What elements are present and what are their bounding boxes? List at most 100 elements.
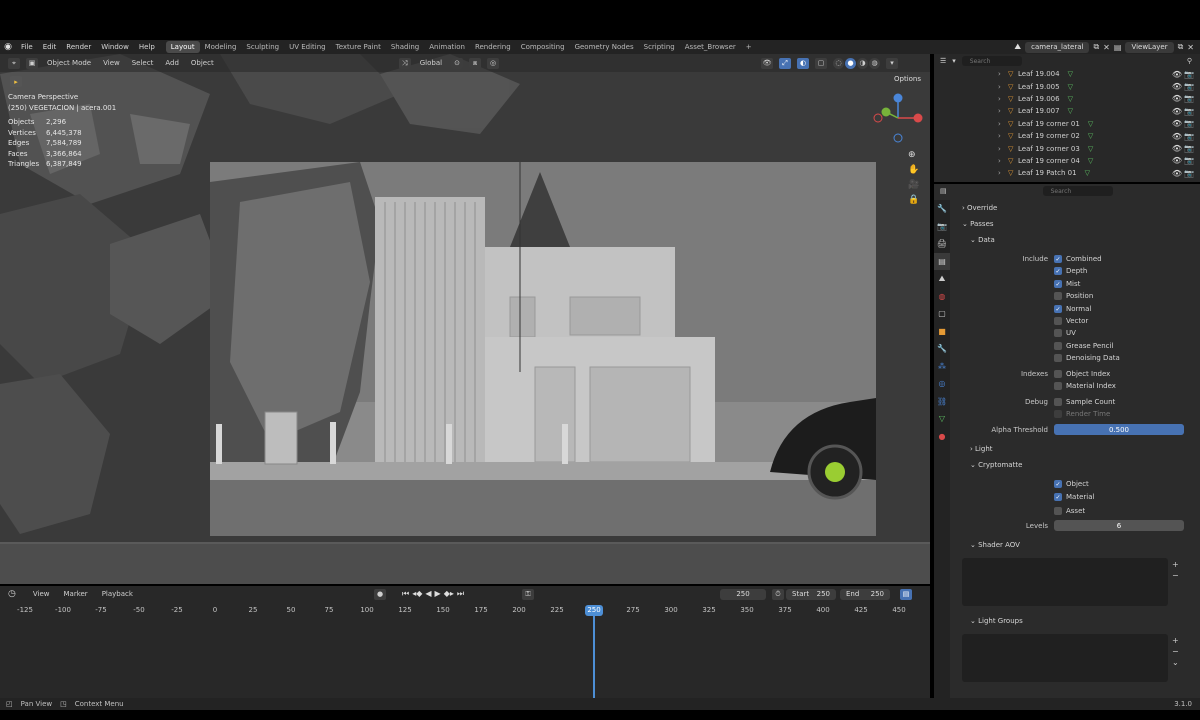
light-groups-subpanel-header[interactable]: ⌄ Light Groups xyxy=(970,617,1023,625)
outliner-editor-icon[interactable]: ☰ xyxy=(940,57,946,65)
remove-aov-button[interactable]: − xyxy=(1172,571,1179,580)
cryptomatte-subpanel-header[interactable]: ⌄ Cryptomatte xyxy=(970,461,1022,469)
timeline-options-icon[interactable]: ▤ xyxy=(900,588,912,600)
tab-texture-paint[interactable]: Texture Paint xyxy=(331,41,386,53)
auto-keying-icon[interactable]: ⚿ xyxy=(522,588,534,600)
checkbox-depth[interactable]: ✓ Depth xyxy=(1054,265,1087,277)
3d-viewport[interactable]: ⌖ ▣ Object Mode View Select Add Object ⤨… xyxy=(0,54,930,584)
timeline-menu-playback[interactable]: Playback xyxy=(99,590,136,598)
object-tab-icon[interactable]: ■ xyxy=(934,323,950,341)
list-item[interactable]: › ▽ Leaf 19.004 ▽ 👁 📷 xyxy=(998,68,1200,80)
wireframe-shading-icon[interactable]: ◌ xyxy=(833,57,845,69)
play-icon[interactable]: ▶ xyxy=(435,589,441,599)
override-panel-header[interactable]: › Override xyxy=(962,204,997,212)
checkbox-material-index[interactable]: Material Index xyxy=(1054,380,1116,392)
tab-shading[interactable]: Shading xyxy=(386,41,424,53)
checkbox-denoising-data[interactable]: Denoising Data xyxy=(1054,352,1120,364)
shader-aov-subpanel-header[interactable]: ⌄ Shader AOV xyxy=(970,541,1020,549)
tab-uv-editing[interactable]: UV Editing xyxy=(284,41,331,53)
render-tab-icon[interactable]: 📷 xyxy=(934,218,950,236)
delete-view-layer-icon[interactable]: ✕ xyxy=(1187,43,1194,52)
tab-asset-browser[interactable]: Asset_Browser xyxy=(680,41,741,53)
pan-hand-icon[interactable]: ✋ xyxy=(908,165,919,175)
add-aov-button[interactable]: + xyxy=(1172,560,1179,569)
menu-help[interactable]: Help xyxy=(134,40,160,54)
properties-search-input[interactable] xyxy=(1042,186,1113,196)
checkbox-object-index[interactable]: Object Index xyxy=(1054,368,1110,380)
zoom-icon[interactable]: ⊕ xyxy=(908,150,919,160)
light-groups-list[interactable] xyxy=(962,634,1168,682)
view-layer-tab-icon[interactable]: ▤ xyxy=(934,252,950,270)
menu-edit[interactable]: Edit xyxy=(38,40,62,54)
physics-tab-icon[interactable]: ◎ xyxy=(934,375,950,393)
tool-tab-icon[interactable]: 🔧 xyxy=(934,200,950,218)
tab-animation[interactable]: Animation xyxy=(424,41,470,53)
outliner-search-input[interactable] xyxy=(961,56,1022,66)
scene-icon[interactable]: ⛰ xyxy=(1014,42,1021,52)
output-tab-icon[interactable]: 🖨 xyxy=(934,235,950,253)
scene-name-field[interactable]: camera_lateral xyxy=(1025,41,1090,53)
light-subpanel-header[interactable]: › Light xyxy=(970,445,993,453)
overlay-toggle-icon[interactable]: ◐ xyxy=(797,57,810,69)
data-tab-icon[interactable]: ▽ xyxy=(934,410,950,428)
particles-tab-icon[interactable]: ⁂ xyxy=(934,358,950,376)
list-item[interactable]: › ▽ Leaf 19 corner 02 ▽ 👁 📷 xyxy=(998,130,1200,142)
jump-keyframe-back-icon[interactable]: ◂◆ xyxy=(412,589,422,599)
tab-rendering[interactable]: Rendering xyxy=(470,41,516,53)
cursor-tool-icon[interactable]: ▸ xyxy=(10,76,22,87)
view-layer-field[interactable]: ViewLayer xyxy=(1125,41,1174,53)
list-item[interactable]: › ▽ Leaf 19 corner 04 ▽ 👁 📷 xyxy=(998,155,1200,167)
checkbox-crypto-object[interactable]: ✓ Object xyxy=(1054,478,1089,490)
list-item[interactable]: › ▽ Leaf 19.006 ▽ 👁 📷 xyxy=(998,93,1200,105)
tab-sculpting[interactable]: Sculpting xyxy=(241,41,284,53)
timeline-menu-view[interactable]: View xyxy=(30,590,53,598)
rendered-shading-icon[interactable]: ◍ xyxy=(869,57,881,69)
scene-tab-icon[interactable]: ⛰ xyxy=(934,270,950,288)
modifier-tab-icon[interactable]: 🔧 xyxy=(934,340,950,358)
gizmo-toggle-icon[interactable]: ⤢ xyxy=(779,57,792,69)
orientation-icon[interactable]: ⤨ xyxy=(398,57,411,69)
frame-ruler[interactable]: -125 -100 -75 -50 -25 0 25 50 75 100 125 150 175 200 2… xyxy=(0,602,930,616)
list-item[interactable]: › ▽ Leaf 19 Patch 01 ▽ 👁 📷 xyxy=(998,167,1200,179)
material-shading-icon[interactable]: ◑ xyxy=(857,57,869,69)
list-item[interactable]: › ▽ Leaf 19.005 ▽ 👁 📷 xyxy=(998,80,1200,92)
outliner-filter-icon[interactable]: ⚲ xyxy=(1187,57,1192,65)
checkbox-combined[interactable]: ✓ Combined xyxy=(1054,253,1102,265)
light-group-menu-icon[interactable]: ⌄ xyxy=(1172,658,1179,667)
start-frame-field[interactable]: Start 250 xyxy=(786,588,836,600)
viewport-menu-add[interactable]: Add xyxy=(162,59,182,67)
xray-icon[interactable]: ▢ xyxy=(815,57,828,69)
snap-icon[interactable]: ⧈ xyxy=(469,57,482,69)
jump-start-icon[interactable]: ⏮ xyxy=(402,589,409,599)
current-frame-field[interactable]: 250 xyxy=(720,588,766,600)
delete-scene-icon[interactable]: ✕ xyxy=(1103,43,1110,52)
checkbox-crypto-material[interactable]: ✓ Material xyxy=(1054,491,1094,503)
jump-end-icon[interactable]: ⏭ xyxy=(457,589,464,599)
viewport-menu-view[interactable]: View xyxy=(100,59,123,67)
lock-icon[interactable]: 🔒 xyxy=(908,195,919,205)
record-icon[interactable]: ● xyxy=(374,588,386,600)
play-reverse-icon[interactable]: ◀ xyxy=(425,589,431,599)
editor-type-icon[interactable]: ⌖ xyxy=(8,57,20,69)
object-mode-dropdown[interactable]: Object Mode xyxy=(44,59,94,67)
checkbox-crypto-asset[interactable]: Asset xyxy=(1054,505,1085,517)
tab-layout[interactable]: Layout xyxy=(165,41,200,53)
checkbox-render-time[interactable]: Render Time xyxy=(1054,408,1110,420)
visibility-icon[interactable]: 👁 xyxy=(761,57,774,69)
filter-icon[interactable]: ▾ xyxy=(952,57,956,65)
navigation-gizmo[interactable] xyxy=(868,90,928,146)
menu-render[interactable]: Render xyxy=(61,40,96,54)
checkbox-grease-pencil[interactable]: Grease Pencil xyxy=(1054,340,1113,352)
data-subpanel-header[interactable]: ⌄ Data xyxy=(970,236,995,244)
add-light-group-button[interactable]: + xyxy=(1172,636,1179,645)
shading-options-icon[interactable]: ▾ xyxy=(886,57,899,69)
viewport-menu-object[interactable]: Object xyxy=(188,59,217,67)
tab-scripting[interactable]: Scripting xyxy=(639,41,680,53)
world-tab-icon[interactable]: ◍ xyxy=(934,288,950,306)
shader-aov-list[interactable] xyxy=(962,558,1168,606)
alpha-threshold-slider[interactable]: 0.500 xyxy=(1054,424,1184,435)
select-box-icon[interactable]: ▣ xyxy=(26,57,38,69)
timeline-menu-marker[interactable]: Marker xyxy=(60,590,90,598)
tab-compositing[interactable]: Compositing xyxy=(516,41,570,53)
properties-editor-icon[interactable]: ▤ xyxy=(940,187,947,195)
